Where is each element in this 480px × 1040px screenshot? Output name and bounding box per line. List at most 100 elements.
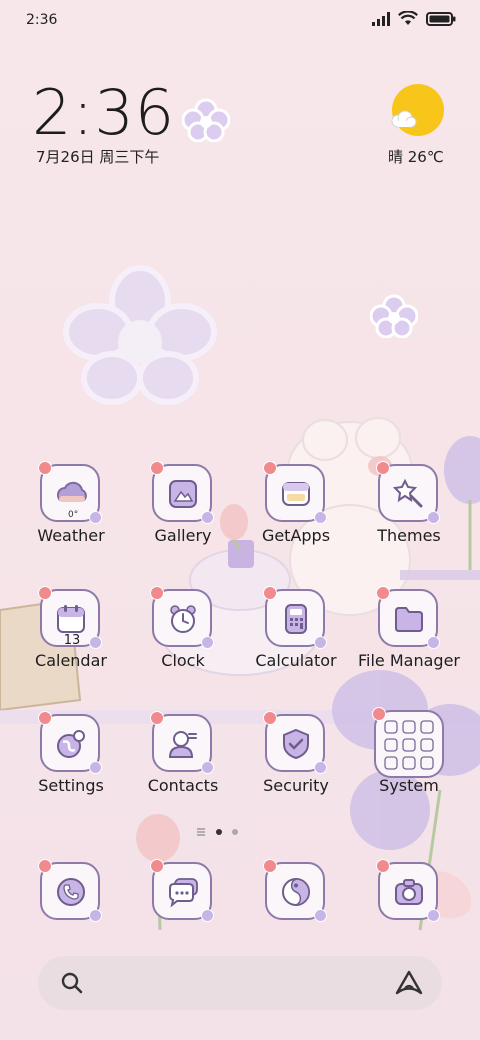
- app-themes[interactable]: Themes: [354, 461, 464, 574]
- settings-icon: [57, 730, 85, 758]
- strawberry-decoration: [263, 586, 277, 600]
- app-tile: [263, 586, 327, 649]
- app-weather[interactable]: 0° Weather: [16, 461, 126, 574]
- app-label: Themes: [377, 526, 441, 545]
- app-tile: 0°: [38, 461, 102, 524]
- cloud-icon: [391, 110, 417, 128]
- phone-icon: [57, 878, 85, 906]
- app-tile: [38, 859, 102, 922]
- contacts-icon: [168, 731, 197, 758]
- app-label: Calendar: [35, 651, 107, 670]
- app-tile: [376, 859, 440, 922]
- app-tile: [38, 711, 102, 774]
- folder-preview-icons: [384, 720, 434, 770]
- app-tile: [372, 707, 444, 778]
- app-settings[interactable]: Settings: [16, 711, 126, 824]
- flower-decoration: [427, 909, 440, 922]
- calendar-icon: [57, 605, 85, 633]
- app-calendar[interactable]: 13 Calendar: [16, 586, 126, 699]
- browser-icon: [282, 878, 310, 906]
- status-icons: [372, 11, 456, 26]
- battery-icon: [426, 11, 456, 26]
- app-tile: [150, 586, 214, 649]
- background-flower-large: [63, 265, 217, 405]
- flower-decoration: [201, 909, 214, 922]
- page-dot: [232, 829, 238, 835]
- strawberry-decoration: [376, 586, 390, 600]
- app-getapps[interactable]: GetApps: [241, 461, 351, 574]
- flower-decoration: [314, 636, 327, 649]
- search-bar[interactable]: [38, 956, 442, 1010]
- strawberry-decoration: [263, 859, 277, 873]
- assistant-icon[interactable]: [394, 970, 424, 996]
- app-tile: [263, 711, 327, 774]
- camera-icon: [395, 879, 423, 905]
- signal-icon: [372, 11, 390, 26]
- getapps-icon: [282, 482, 310, 506]
- weather-icon: [56, 481, 87, 502]
- weather-app-temp: 0°: [68, 510, 79, 520]
- flower-decoration: [89, 511, 102, 524]
- page-dot-active: [216, 829, 222, 835]
- app-label: Contacts: [147, 776, 219, 795]
- app-file-manager[interactable]: File Manager: [354, 586, 464, 699]
- flower-decoration: [89, 636, 102, 649]
- strawberry-decoration: [38, 461, 52, 475]
- flower-decoration: [201, 511, 214, 524]
- flower-decoration: [427, 511, 440, 524]
- strawberry-decoration: [38, 859, 52, 873]
- strawberry-decoration: [150, 711, 164, 725]
- app-label: Clock: [161, 651, 205, 670]
- app-tile: [150, 859, 214, 922]
- app-label: GetApps: [261, 526, 331, 545]
- folder-icon: [395, 607, 423, 632]
- status-time: 2:36: [26, 12, 58, 28]
- messages-icon: [169, 878, 198, 908]
- page-indicator[interactable]: [196, 828, 238, 836]
- clock-widget-time[interactable]: 2:36: [32, 76, 175, 149]
- themes-icon: [393, 478, 423, 508]
- app-gallery[interactable]: Gallery: [128, 461, 238, 574]
- list-icon: [197, 828, 205, 836]
- strawberry-decoration: [150, 859, 164, 873]
- app-tile: 13: [38, 586, 102, 649]
- search-icon[interactable]: [60, 971, 84, 995]
- strawberry-decoration: [150, 586, 164, 600]
- strawberry-decoration: [263, 711, 277, 725]
- app-tile: [376, 586, 440, 649]
- app-contacts[interactable]: Contacts: [128, 711, 238, 824]
- weather-sun-icon[interactable]: [391, 84, 444, 136]
- flower-decoration: [314, 761, 327, 774]
- background-flower-small: [182, 98, 230, 142]
- app-system-folder[interactable]: System: [354, 707, 464, 824]
- clock-widget-date: 7月26日 周三下午: [36, 148, 160, 166]
- flower-decoration: [427, 636, 440, 649]
- flower-decoration: [201, 636, 214, 649]
- app-label: Settings: [38, 776, 104, 795]
- app-calculator[interactable]: Calculator: [241, 586, 351, 699]
- calculator-icon: [285, 604, 307, 634]
- strawberry-decoration: [376, 461, 390, 475]
- strawberry-decoration: [263, 461, 277, 475]
- app-tile: [150, 461, 214, 524]
- app-label: Security: [263, 776, 329, 795]
- shield-icon: [283, 728, 309, 760]
- flower-decoration: [89, 761, 102, 774]
- app-clock[interactable]: Clock: [128, 586, 238, 699]
- app-label: System: [379, 776, 439, 795]
- app-label: Weather: [37, 526, 105, 545]
- status-bar: 2:36: [0, 0, 480, 42]
- app-security[interactable]: Security: [241, 711, 351, 824]
- app-tile: [263, 859, 327, 922]
- weather-widget-text: 晴 26℃: [388, 148, 444, 166]
- app-tile: [263, 461, 327, 524]
- strawberry-decoration: [38, 711, 52, 725]
- clock-icon: [170, 605, 196, 633]
- app-label: Gallery: [154, 526, 212, 545]
- background-flower-right: [370, 294, 418, 338]
- strawberry-decoration: [376, 859, 390, 873]
- app-label: Calculator: [255, 651, 337, 670]
- wifi-icon: [398, 11, 418, 25]
- gallery-icon: [169, 480, 197, 508]
- flower-decoration: [201, 761, 214, 774]
